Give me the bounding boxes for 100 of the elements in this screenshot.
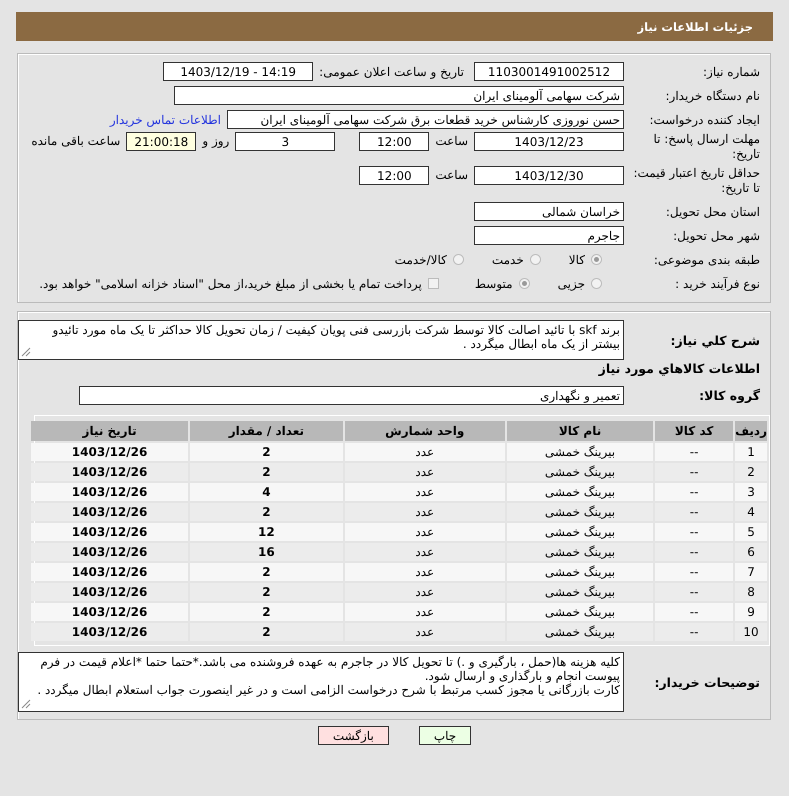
table-cell: -- [655, 623, 734, 641]
print-button[interactable]: چاپ [418, 726, 472, 745]
field-label: مهلت ارسال پاسخ: تا تاریخ: [652, 132, 761, 162]
buyer-field: شرکت سهامی آلومینای ایران [174, 86, 624, 105]
table-cell: عدد [344, 603, 505, 621]
field-label: نام دستگاه خریدار: [664, 88, 761, 102]
table-cell: 8 [735, 583, 767, 601]
table-cell: بیرینگ خمشی [506, 623, 654, 641]
field-label: نوع فرآیند خرید : [674, 276, 761, 290]
table-cell: -- [655, 583, 734, 601]
table-cell: بیرینگ خمشی [506, 463, 654, 481]
checkbox[interactable] [428, 278, 439, 289]
radio-button[interactable] [530, 254, 541, 265]
notes-paragraph: کارت بازرگانی یا مجوز کسب مرتبط با شرح درخواست الزامی است و در غیر اینصورت جواب استعلام ابطال میگردد . [36, 683, 620, 697]
table-cell: 4 [190, 483, 343, 501]
table-cell: عدد [344, 503, 505, 521]
table-cell: 7 [735, 563, 767, 581]
table-cell: 1403/12/26 [31, 623, 188, 641]
table-cell: -- [655, 443, 734, 461]
table-cell: 1403/12/26 [31, 503, 188, 521]
column-header: تاریخ نیاز [31, 421, 188, 441]
validity-date-field: 1403/12/30 [474, 166, 624, 185]
table-cell: 1403/12/26 [31, 543, 188, 561]
table-cell: بیرینگ خمشی [506, 603, 654, 621]
validity-time-field: 12:00 [359, 166, 430, 185]
days-field: 3 [235, 132, 336, 151]
table-cell: عدد [344, 463, 505, 481]
remaining-time-field: 21:00:18 [126, 132, 196, 151]
description-field: برند skf با تائید اصالت کالا توسط شرکت بازرسی فنی پویان کیفیت / زمان تحویل کالا حداکثر تا یک ماه مورد تائیدو بیشتر از یک ماه ابطال میگردد . [18, 320, 624, 360]
table-cell: عدد [344, 443, 505, 461]
column-header: ردیف [735, 421, 767, 441]
table-cell: 10 [735, 623, 767, 641]
field-label: استان محل تحویل: [664, 204, 761, 218]
table-cell: -- [655, 503, 734, 521]
city-field: جاجرم [474, 226, 624, 245]
table-cell: -- [655, 543, 734, 561]
field-label: شماره نیاز: [702, 64, 761, 78]
table-cell: بیرینگ خمشی [506, 483, 654, 501]
table-cell: 1403/12/26 [31, 463, 188, 481]
radio-button[interactable] [452, 254, 464, 265]
table-cell: 1403/12/26 [31, 443, 188, 461]
table-cell: بیرینگ خمشی [506, 443, 654, 461]
table-cell: 2 [190, 463, 343, 481]
table-cell: بیرینگ خمشی [506, 503, 654, 521]
table-cell: 12 [190, 523, 343, 541]
table-cell: عدد [344, 483, 505, 501]
table-cell: -- [655, 563, 734, 581]
table-cell: 3 [735, 483, 767, 501]
field-label: شرح کلي نياز: [670, 332, 761, 348]
table-cell: 2 [190, 583, 343, 601]
table-cell: 6 [735, 543, 767, 561]
field-label: شهر محل تحویل: [672, 228, 761, 242]
table-cell: 1 [735, 443, 767, 461]
table-cell: عدد [344, 623, 505, 641]
table-cell: -- [655, 483, 734, 501]
field-label: توضیحات خریدار: [653, 674, 761, 690]
radio-button[interactable] [591, 278, 602, 289]
table-cell: بیرینگ خمشی [506, 543, 654, 561]
radio-label: جزیی [558, 276, 585, 290]
table-cell: 1403/12/26 [31, 583, 188, 601]
table-cell: 2 [190, 623, 343, 641]
table-cell: 1403/12/26 [31, 603, 188, 621]
announce-date-field: 1403/12/19 - 14:19 [163, 62, 314, 81]
back-button[interactable]: بازگشت [318, 726, 389, 745]
table-cell: عدد [344, 583, 505, 601]
table-cell: 1403/12/26 [31, 523, 188, 541]
radio-button[interactable] [518, 278, 530, 289]
table-cell: 4 [735, 503, 767, 521]
table-cell: 2 [190, 503, 343, 521]
table-cell: 2 [735, 463, 767, 481]
need-number-field: 1103001491002512 [474, 62, 624, 81]
table-cell: 1403/12/26 [31, 563, 188, 581]
field-label: ایجاد کننده درخواست: [648, 112, 761, 126]
column-header: کد کالا [655, 421, 734, 441]
field-label: ساعت [435, 167, 468, 182]
resize-grip-icon [21, 699, 31, 709]
table-cell: 2 [190, 563, 343, 581]
radio-button[interactable] [591, 254, 602, 265]
radio-label: کالا/خدمت [394, 252, 447, 266]
table-cell: 1403/12/26 [31, 483, 188, 501]
column-header: تعداد / مقدار [190, 421, 343, 441]
field-label: تاریخ و ساعت اعلان عمومی: [319, 64, 464, 78]
resize-grip-icon [21, 347, 31, 357]
table-cell: 5 [735, 523, 767, 541]
field-label: حداقل تاریخ اعتبار قیمت: تا تاریخ: [632, 166, 761, 196]
table-cell: عدد [344, 543, 505, 561]
buyer-contact-link[interactable]: اطلاعات تماس خریدار [110, 112, 221, 126]
table-cell: عدد [344, 563, 505, 581]
table-cell: بیرینگ خمشی [506, 563, 654, 581]
table-cell: عدد [344, 523, 505, 541]
column-header: نام کالا [506, 421, 654, 441]
creator-field: حسن نوروزی کارشناس خرید قطعات برق شرکت سهامی آلومینای ایران [227, 110, 624, 129]
table-cell: بیرینگ خمشی [506, 523, 654, 541]
field-label: ساعت باقی مانده [31, 133, 120, 148]
table-cell: 9 [735, 603, 767, 621]
radio-label: کالا [568, 252, 585, 266]
field-label: ساعت [435, 133, 468, 148]
table-cell: 2 [190, 443, 343, 461]
goods-group-field: تعمیر و نگهداری [79, 386, 624, 405]
table-cell: 2 [190, 603, 343, 621]
